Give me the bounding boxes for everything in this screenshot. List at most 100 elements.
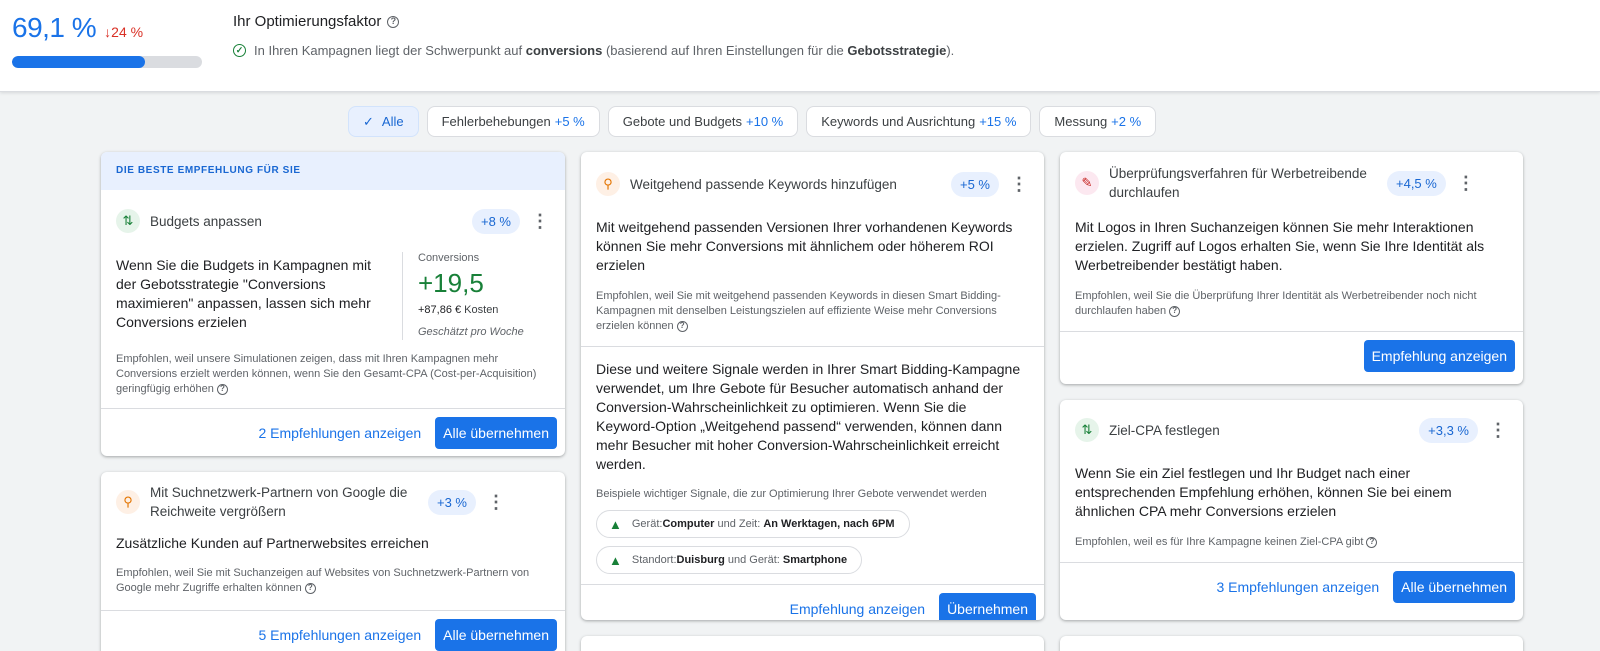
score-delta-value: 24 %: [111, 24, 144, 40]
chip-all[interactable]: ✓ Alle: [348, 106, 419, 137]
apply-button[interactable]: Übernehmen: [939, 593, 1036, 620]
more-vert-icon[interactable]: ⋮: [486, 493, 506, 511]
more-vert-icon[interactable]: ⋮: [1009, 175, 1029, 193]
chip-bids-budgets[interactable]: Gebote und Budgets +10 %: [607, 106, 799, 137]
view-recommendations-link[interactable]: 5 Empfehlungen anzeigen: [258, 627, 421, 643]
subtitle-bold-conversions: conversions: [525, 43, 603, 58]
card-reason: Empfohlen, weil unsere Simulationen zeig…: [101, 352, 565, 398]
more-vert-icon[interactable]: ⋮: [530, 212, 550, 230]
card-title: Weitgehend passende Keywords hinzufügen: [630, 176, 897, 192]
reason-text: Empfohlen, weil Sie die Überprüfung Ihre…: [1075, 290, 1477, 317]
more-vert-icon[interactable]: ⋮: [1456, 174, 1476, 192]
chip-keywords-targeting[interactable]: Keywords und Ausrichtung +15 %: [806, 106, 1032, 137]
reason-text: Empfohlen, weil Sie mit weitgehend passe…: [596, 290, 1001, 332]
score-progress-fill: [12, 56, 145, 68]
card-header: ⇅ Budgets anpassen +8 % ⋮: [101, 190, 565, 252]
view-recommendation-link[interactable]: Empfehlung anzeigen: [790, 601, 925, 617]
card-reason: Empfohlen, weil Sie mit weitgehend passe…: [581, 289, 1044, 334]
signal-text: Standort:: [631, 554, 677, 566]
card-desc: Wenn Sie die Budgets in Kampagnen mit de…: [116, 257, 372, 330]
card-header: ⚲ Mit Suchnetzwerk-Partnern von Google d…: [101, 472, 565, 532]
apply-all-button[interactable]: Alle übernehmen: [435, 417, 557, 449]
subtitle-bold-strategy: Gebotsstrategie: [847, 43, 947, 58]
help-icon[interactable]: ?: [1169, 305, 1181, 317]
subtitle-part: (basierend auf Ihren Einstellungen für d…: [602, 43, 848, 58]
card-search-partners: ⚲ Mit Suchnetzwerk-Partnern von Google d…: [101, 472, 565, 651]
score-badge: +4,5 %: [1387, 170, 1446, 196]
reason-text: Empfohlen, weil Sie mit Suchanzeigen auf…: [116, 567, 530, 594]
card-reason: Empfohlen, weil es für Ihre Kampagne kei…: [1060, 535, 1523, 550]
signal-list: ▲ Gerät: Computer und Zeit: An Werktagen,…: [581, 510, 1044, 538]
subtitle-part: In Ihren Kampagnen liegt der Schwerpunkt…: [254, 43, 526, 58]
chip-measurement[interactable]: Messung +2 %: [1039, 106, 1157, 137]
budget-arrows-icon: ⇅: [116, 209, 140, 233]
help-icon[interactable]: ?: [387, 15, 400, 28]
wrench-icon: ✎: [1075, 171, 1099, 195]
score-badge: +3 %: [428, 489, 476, 515]
chip-pct: +2 %: [1111, 114, 1142, 129]
score-badge: +5 %: [951, 171, 999, 197]
search-icon: ⚲: [116, 490, 140, 514]
signal-value: Computer: [662, 518, 715, 530]
card-header: ✎ Überprüfungsverfahren für Werbetreiben…: [1060, 152, 1523, 214]
metric-cost-value: +87,86 €: [418, 304, 462, 316]
arrow-up-icon: ▲: [609, 552, 622, 568]
card-title: Ziel-CPA festlegen: [1109, 422, 1220, 438]
budget-arrows-icon: ⇅: [1075, 418, 1099, 442]
card-reason: Empfohlen, weil Sie mit Suchanzeigen auf…: [101, 566, 565, 596]
help-icon[interactable]: ?: [216, 383, 228, 395]
apply-all-button[interactable]: Alle übernehmen: [435, 619, 557, 651]
card-title: Überprüfungsverfahren für Werbetreibende…: [1109, 166, 1367, 200]
card-advertiser-verification: ✎ Überprüfungsverfahren für Werbetreiben…: [1060, 152, 1523, 384]
signal-pill: ▲ Standort: Duisburg und Gerät: Smartphon…: [596, 546, 863, 574]
optimization-score: 69,1 % ↓24 %: [12, 12, 143, 44]
reason-text: Empfohlen, weil es für Ihre Kampagne kei…: [1075, 536, 1364, 548]
apply-all-button[interactable]: Alle übernehmen: [1393, 571, 1515, 603]
signal-list: ▲ Standort: Duisburg und Gerät: Smartphon…: [581, 546, 1044, 574]
card-broad-match-keywords: ⚲ Weitgehend passende Keywords hinzufüge…: [581, 152, 1044, 620]
score-delta: ↓24 %: [104, 24, 143, 40]
card-footer: 5 Empfehlungen anzeigen Alle übernehmen: [101, 611, 565, 651]
card-budgets: DIE BESTE EMPFEHLUNG FÜR SIE ⇅ Budgets a…: [101, 152, 565, 456]
card-partial: [581, 636, 1044, 651]
card-footer: 3 Empfehlungen anzeigen Alle übernehmen: [1060, 563, 1523, 611]
card-footer: Empfehlung anzeigen Übernehmen: [581, 585, 1044, 620]
metric-cost: +87,86 € Kosten: [418, 304, 550, 316]
arrow-up-icon: ▲: [609, 516, 622, 532]
card-title: Budgets anpassen: [150, 213, 262, 229]
signal-pill: ▲ Gerät: Computer und Zeit: An Werktagen,…: [596, 510, 910, 538]
view-recommendations-link[interactable]: 2 Empfehlungen anzeigen: [258, 425, 421, 441]
subtitle-part: ).: [946, 43, 955, 58]
optimization-title-text: Ihr Optimierungsfaktor: [233, 13, 382, 30]
chip-fixes[interactable]: Fehlerbehebungen +5 %: [426, 106, 600, 137]
search-icon: ⚲: [596, 172, 620, 196]
metric-panel: Conversions +19,5 +87,86 € Kosten Geschä…: [402, 252, 550, 340]
optimization-title: Ihr Optimierungsfaktor ?: [233, 13, 400, 30]
signal-text: und Zeit:: [714, 518, 764, 530]
metric-value: +19,5: [418, 268, 484, 298]
check-icon: ✓: [363, 113, 374, 129]
signal-value: Duisburg: [676, 554, 725, 566]
help-icon[interactable]: ?: [304, 582, 316, 594]
more-vert-icon[interactable]: ⋮: [1488, 421, 1508, 439]
card-header: ⇅ Ziel-CPA festlegen +3,3 % ⋮: [1060, 400, 1523, 460]
view-recommendations-link[interactable]: 3 Empfehlungen anzeigen: [1216, 579, 1379, 595]
chip-label: Fehlerbehebungen: [441, 114, 551, 129]
help-icon[interactable]: ?: [1366, 536, 1378, 548]
chip-pct: +15 %: [979, 114, 1017, 129]
card-reason: Empfohlen, weil Sie die Überprüfung Ihre…: [1060, 289, 1523, 319]
chip-label: Messung: [1054, 114, 1108, 129]
signals-label: Beispiele wichtiger Signale, die zur Opt…: [596, 488, 987, 500]
score-badge: +8 %: [472, 208, 520, 234]
signal-value: Smartphone: [782, 554, 848, 566]
optimization-subtitle-text: In Ihren Kampagnen liegt der Schwerpunkt…: [254, 43, 954, 58]
divider: [581, 346, 1044, 347]
card-header: ⚲ Weitgehend passende Keywords hinzufüge…: [581, 154, 1044, 214]
view-recommendation-button[interactable]: Empfehlung anzeigen: [1363, 340, 1515, 372]
help-icon[interactable]: ?: [676, 320, 688, 332]
chip-label: Keywords und Ausrichtung: [821, 114, 976, 129]
card-target-cpa: ⇅ Ziel-CPA festlegen +3,3 % ⋮ Wenn Sie e…: [1060, 400, 1523, 620]
signal-value: An Werktagen, nach 6PM: [763, 518, 895, 530]
check-circle-icon: ✓: [233, 44, 246, 57]
chip-pct: +5 %: [554, 114, 585, 129]
